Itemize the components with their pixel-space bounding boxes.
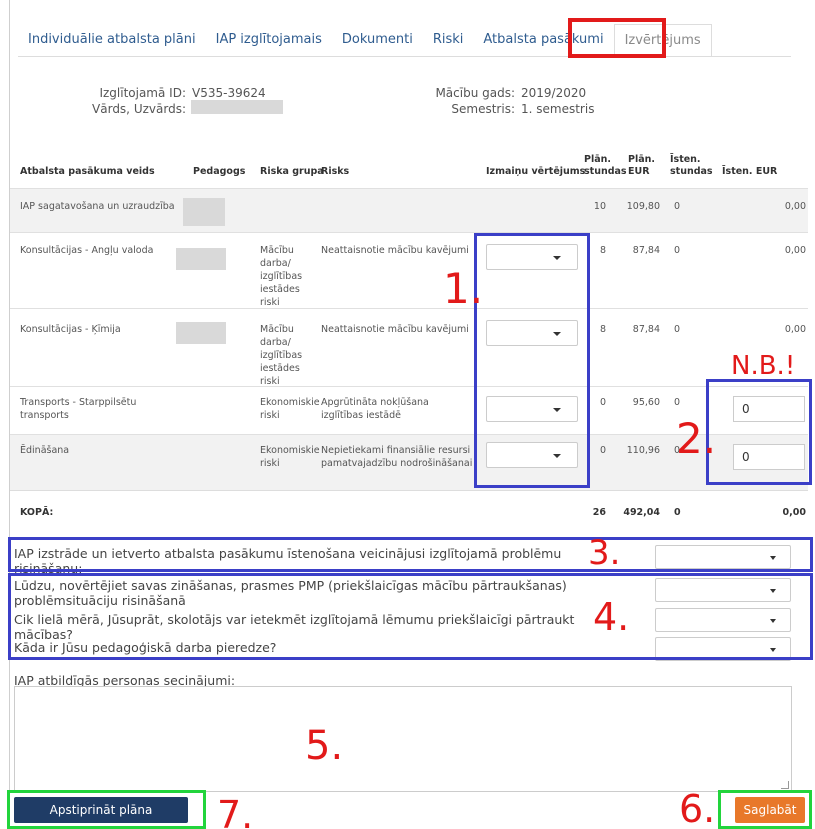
- redacted-teacher: [176, 248, 226, 270]
- row-risk-group: Mācību darba/ izglītības iestādes riski: [260, 245, 303, 308]
- row-type: Ēdināšana: [20, 445, 70, 456]
- row-actual-eur: 0,00: [784, 245, 806, 256]
- school-year-value: 2019/2020: [521, 86, 587, 100]
- tab-documents[interactable]: Dokumenti: [332, 24, 423, 56]
- total-label: KOPĀ:: [20, 507, 54, 518]
- annotation-box-1: [474, 233, 590, 488]
- row-risk: Nepietiekami finansiālie resursi pamatva…: [321, 445, 473, 469]
- table-header: Atbalsta pasākuma veids Pedagogs Riska g…: [10, 146, 808, 188]
- annotation-box-3: [8, 537, 813, 572]
- annotation-box-4: [8, 573, 813, 660]
- row-type: IAP sagatavošana un uzraudzība: [20, 201, 175, 212]
- total-actual-eur: 0,00: [782, 507, 806, 518]
- row-plan-eur: 87,84: [632, 245, 660, 256]
- annotation-label-2: 2.: [676, 414, 717, 463]
- col-actual-eur-header: Īsten. EUR: [722, 166, 778, 177]
- row-plan-hours: 10: [593, 201, 606, 212]
- student-id-value: V535-39624: [192, 86, 266, 100]
- annotation-nb: N.B.!: [731, 351, 796, 381]
- col-actual-hours-header: Īsten. stundas: [670, 154, 713, 177]
- table-row: IAP sagatavošana un uzraudzība 10 109,80…: [10, 188, 808, 232]
- row-risk-group: Ekonomiskie riski: [260, 397, 320, 421]
- semester-label: Semestris:: [451, 102, 515, 116]
- row-risk-group: Ekonomiskie riski: [260, 445, 320, 469]
- col-risk-group-header: Riska grupa: [260, 166, 324, 177]
- annotation-label-6: 6.: [679, 787, 716, 829]
- school-year-label: Mācību gads:: [435, 86, 515, 100]
- row-plan-eur: 95,60: [632, 397, 660, 408]
- total-plan-hours: 26: [592, 507, 606, 518]
- row-actual-hours: 0: [674, 201, 681, 212]
- table-row: Konsultācijas - Angļu valoda Mācību darb…: [10, 232, 808, 308]
- row-plan-eur: 109,80: [626, 201, 660, 212]
- annotation-label-5: 5.: [305, 723, 344, 769]
- col-risk-header: Risks: [321, 166, 350, 177]
- row-type: Konsultācijas - Angļu valoda: [20, 245, 154, 256]
- row-actual-eur: 0,00: [784, 201, 806, 212]
- row-risk-group: Mācību darba/ izglītības iestādes riski: [260, 324, 303, 387]
- row-type: Konsultācijas - Ķīmija: [20, 324, 121, 335]
- semester-value: 1. semestris: [521, 102, 595, 116]
- col-type-header: Atbalsta pasākuma veids: [20, 166, 155, 177]
- row-type: Transports - Starppilsētu transports: [20, 397, 137, 421]
- annotation-label-7: 7.: [217, 793, 254, 829]
- redacted-teacher: [176, 322, 226, 344]
- annotation-box-6: [718, 790, 812, 829]
- name-label: Vārds, Uzvārds:: [92, 102, 186, 116]
- row-plan-eur: 110,96: [626, 445, 660, 456]
- row-actual-hours: 0: [674, 324, 681, 335]
- annotation-box-2: [706, 379, 812, 485]
- row-actual-hours: 0: [674, 397, 681, 408]
- row-actual-hours: 0: [674, 245, 681, 256]
- row-risk: Apgrūtināta nokļūšana izglītības iestādē: [321, 397, 429, 421]
- redacted-name: [191, 100, 283, 114]
- annotation-tab-highlight: [568, 18, 666, 58]
- table-row: Konsultācijas - Ķīmija Mācību darba/ izg…: [10, 308, 808, 387]
- col-change-eval-header: Izmaiņu vērtējums: [486, 166, 586, 177]
- annotation-label-3: 3.: [588, 533, 621, 573]
- col-plan-eur-header: Plān. EUR: [628, 154, 656, 177]
- resize-handle-icon[interactable]: [781, 781, 789, 789]
- redacted-teacher: [183, 198, 225, 226]
- tab-iap-student[interactable]: IAP izglītojamais: [206, 24, 332, 56]
- annotation-label-1: 1.: [443, 264, 484, 313]
- tab-risks[interactable]: Riski: [423, 24, 474, 56]
- conclusions-textarea[interactable]: [14, 686, 792, 792]
- row-plan-eur: 87,84: [632, 324, 660, 335]
- row-actual-eur: 0,00: [784, 324, 806, 335]
- col-teacher-header: Pedagogs: [193, 166, 246, 177]
- student-id-label: Izglītojamā ID:: [99, 86, 186, 100]
- row-risk: Neattaisnotie mācību kavējumi: [321, 245, 469, 256]
- total-actual-hours: 0: [674, 507, 681, 518]
- annotation-box-7: [7, 790, 206, 829]
- total-plan-eur: 492,04: [623, 507, 660, 518]
- tab-divider: [18, 56, 791, 57]
- row-risk: Neattaisnotie mācību kavējumi: [321, 324, 469, 335]
- col-plan-hours-header: Plān. stundas: [584, 154, 627, 177]
- tab-individual-plans[interactable]: Individuālie atbalsta plāni: [18, 24, 206, 56]
- table-total-row: KOPĀ: 26 492,04 0 0,00: [10, 490, 808, 526]
- annotation-label-4: 4.: [593, 595, 630, 639]
